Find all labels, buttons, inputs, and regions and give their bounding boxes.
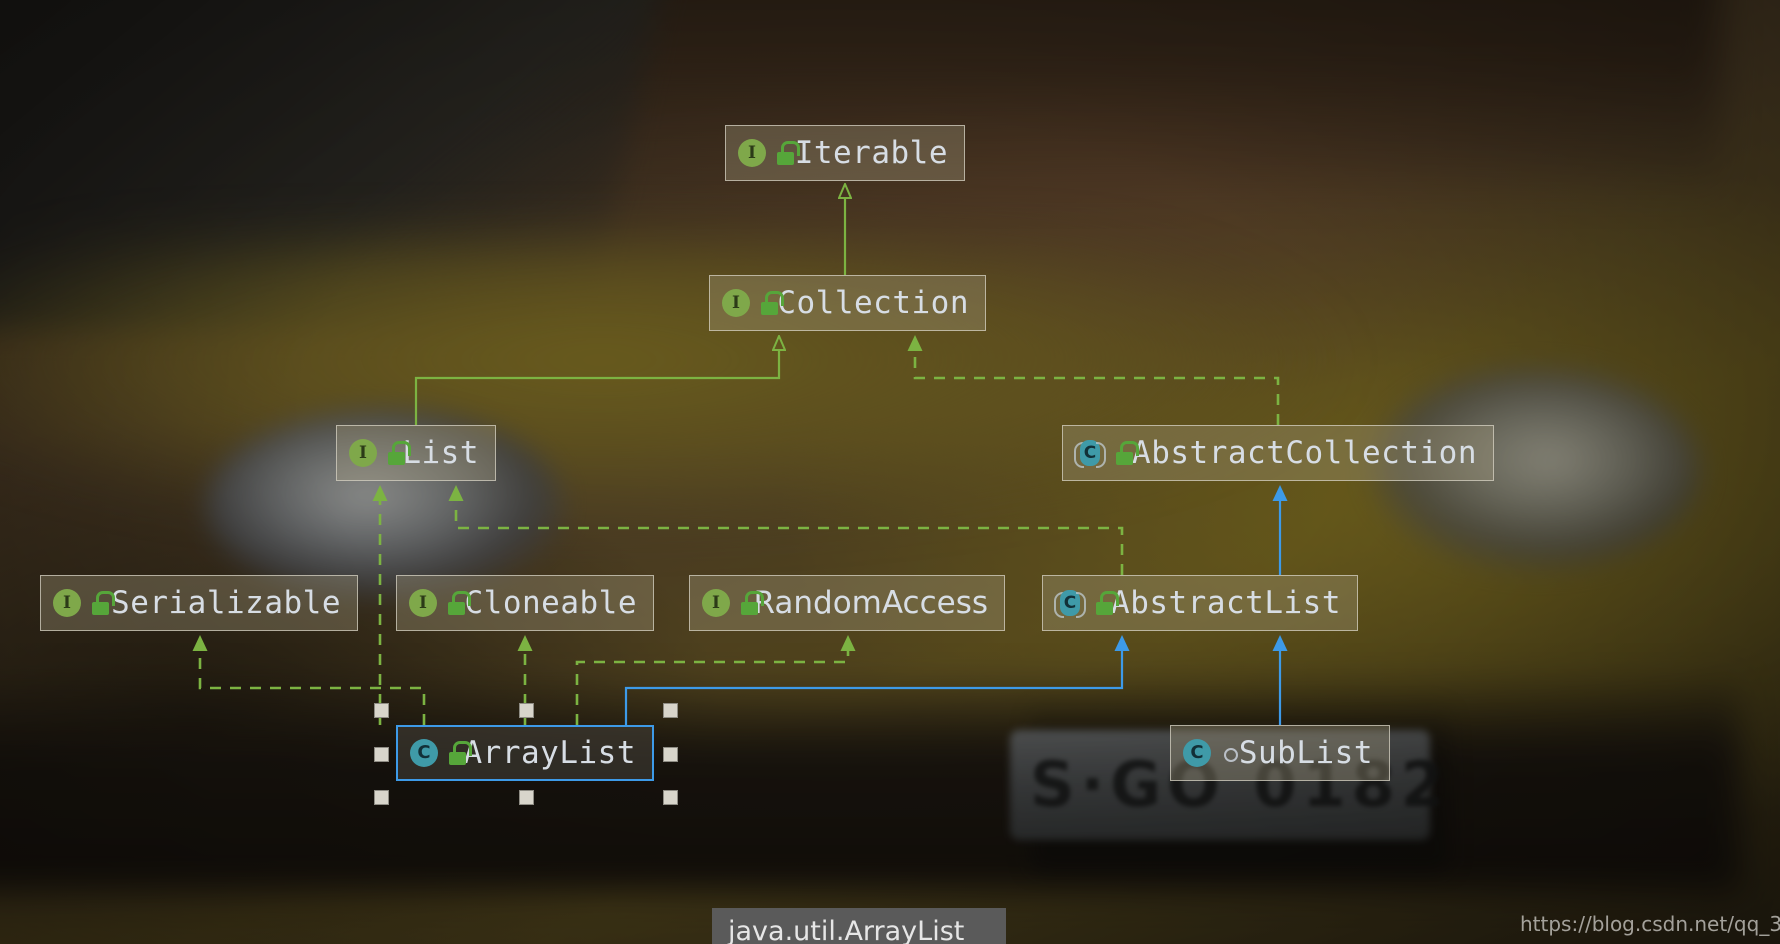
- public-lock-icon: [1094, 591, 1119, 615]
- class-node-abstractlist[interactable]: AbstractList: [1042, 575, 1358, 631]
- edge-abstractlist-to-list: [448, 485, 1124, 575]
- tooltip-qualified-name: java.util.ArrayList: [712, 908, 1006, 944]
- class-node-abstractcollection[interactable]: AbstractCollection: [1062, 425, 1494, 481]
- public-lock-icon: [775, 141, 800, 165]
- class-node-label: RandomAccess: [753, 585, 988, 621]
- interface-icon: [53, 589, 81, 617]
- resize-handle-5[interactable]: [374, 790, 389, 805]
- class-node-serializable[interactable]: Serializable: [40, 575, 358, 631]
- resize-handle-3[interactable]: [374, 746, 389, 762]
- interface-icon: [738, 139, 766, 167]
- interface-icon: [702, 589, 730, 617]
- class-node-label: Iterable: [794, 135, 948, 171]
- class-node-label: AbstractCollection: [1132, 435, 1477, 471]
- resize-handle-0[interactable]: [374, 703, 389, 718]
- package-private-icon: [1220, 741, 1238, 765]
- edge-abstractcollection-to-collection: [907, 335, 1280, 425]
- class-node-label: SubList: [1238, 735, 1373, 771]
- interface-icon: [722, 289, 750, 317]
- public-lock-icon: [386, 441, 411, 465]
- interface-icon: [349, 439, 377, 467]
- class-node-arraylist[interactable]: ArrayList: [396, 725, 654, 781]
- resize-handle-6[interactable]: [518, 790, 534, 805]
- watermark: https://blog.csdn.net/qq_39380192: [1520, 912, 1780, 936]
- abstract-class-icon: [1054, 589, 1086, 618]
- class-node-cloneable[interactable]: Cloneable: [396, 575, 654, 631]
- class-node-label: Cloneable: [464, 585, 637, 621]
- public-lock-icon: [90, 591, 115, 615]
- class-node-collection[interactable]: Collection: [709, 275, 986, 331]
- interface-icon: [409, 589, 437, 617]
- resize-handle-2[interactable]: [663, 703, 678, 718]
- class-node-label: AbstractList: [1111, 585, 1341, 621]
- public-lock-icon: [447, 741, 472, 765]
- class-node-label: List: [402, 435, 479, 471]
- public-lock-icon: [446, 591, 471, 615]
- public-lock-icon: [759, 291, 784, 315]
- public-lock-icon: [739, 591, 764, 615]
- class-node-label: Collection: [777, 285, 969, 321]
- class-node-iterable[interactable]: Iterable: [725, 125, 965, 181]
- class-node-list[interactable]: List: [336, 425, 496, 481]
- edge-list-to-collection: [414, 350, 779, 425]
- edge-arraylist-to-serializable: [192, 635, 426, 725]
- resize-handle-7[interactable]: [663, 790, 678, 805]
- class-node-randomaccess[interactable]: RandomAccess: [689, 575, 1005, 631]
- class-node-label: ArrayList: [463, 735, 636, 771]
- class-node-sublist[interactable]: SubList: [1170, 725, 1390, 781]
- public-lock-icon: [1114, 441, 1139, 465]
- diagram-canvas[interactable]: S·GO 0182: [0, 0, 1780, 944]
- abstract-class-icon: [1074, 439, 1106, 468]
- class-node-label: Serializable: [111, 585, 341, 621]
- class-icon: [1183, 739, 1211, 767]
- class-icon: [410, 739, 438, 767]
- resize-handle-4[interactable]: [663, 746, 678, 762]
- resize-handle-1[interactable]: [518, 703, 534, 718]
